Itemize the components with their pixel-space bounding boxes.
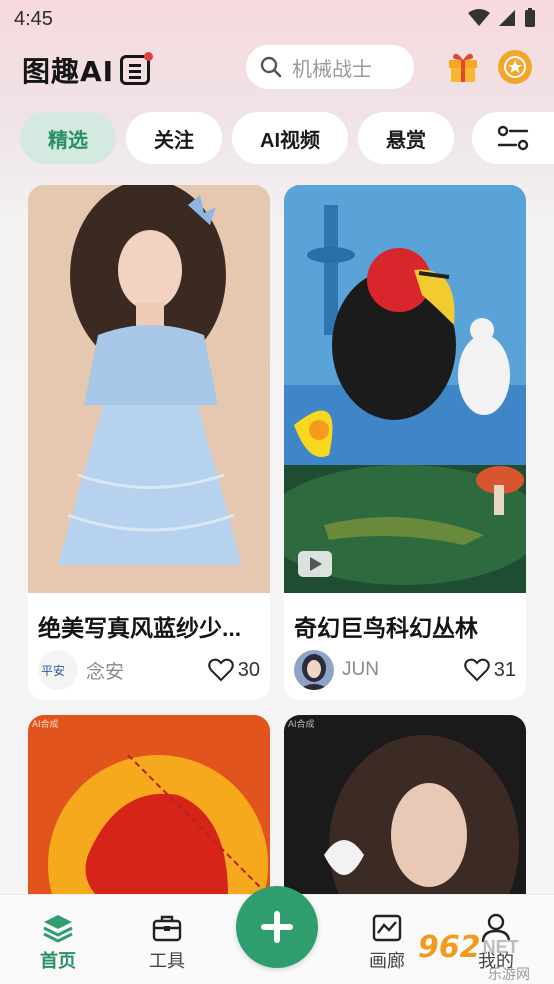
tab-bounty[interactable]: 悬赏 [358,112,454,164]
author-name[interactable]: JUN [342,659,464,681]
ai-badge: AI合成 [288,719,315,729]
create-button[interactable] [236,886,318,968]
card-title: 绝美写真风蓝纱少... [38,615,242,641]
menu-icon[interactable] [120,52,154,85]
status-bar: 4:45 [0,0,554,38]
card-title: 奇幻巨鸟科幻丛林 [294,615,478,641]
nav-home[interactable]: 首页 [28,913,88,973]
gift-icon[interactable] [446,50,480,84]
card-meta: JUN 31 [294,650,516,690]
tab-following[interactable]: 关注 [126,112,222,164]
like-button[interactable]: 31 [464,658,516,682]
search-icon [260,56,282,78]
watermark-sub: 乐游网 [488,966,530,982]
heart-icon [464,658,490,682]
artwork-image [284,185,526,593]
gallery-icon [372,914,402,942]
search-input[interactable]: 机械战士 [246,45,414,89]
app-header: 图趣AI 机械战士 [0,40,554,96]
status-icons [468,8,536,28]
signal-icon [499,10,515,26]
watermark-number: 962 [418,930,481,965]
nav-tools[interactable]: 工具 [137,913,197,973]
notification-dot [144,52,154,61]
artwork-card[interactable]: AI合成 [28,715,270,915]
logo-text: 图趣AI [22,55,115,88]
like-count: 31 [493,658,516,681]
ai-badge: AI合成 [32,719,59,729]
author-avatar[interactable]: 平安 [38,650,78,690]
app-logo: 图趣AI [22,50,154,90]
card-meta: 平安 念安 30 [38,650,260,690]
tab-featured[interactable]: 精选 [20,112,116,164]
wifi-icon [468,9,490,26]
author-avatar[interactable] [294,650,334,690]
category-tabs: 精选 关注 AI视频 悬赏 [20,112,454,164]
points-icon[interactable] [498,50,532,84]
layers-icon [43,915,73,943]
heart-icon [208,658,234,682]
nav-gallery-label: 画廊 [369,951,405,971]
watermark-net: NET [482,937,519,957]
status-time: 4:45 [14,8,53,30]
battery-icon [525,8,535,27]
artwork-card[interactable]: 绝美写真风蓝纱少... 平安 念安 30 [28,185,270,700]
artwork-image [284,715,526,915]
plus-icon [261,911,293,943]
artwork-image [28,185,270,593]
filter-icon [497,125,529,151]
author-name[interactable]: 念安 [86,657,208,684]
svg-text:平安: 平安 [41,663,65,678]
artwork-card[interactable]: 奇幻巨鸟科幻丛林 JUN 31 [284,185,526,700]
search-placeholder: 机械战士 [292,58,372,81]
nav-home-label: 首页 [40,951,76,971]
artwork-card[interactable]: AI合成 [284,715,526,915]
tab-ai-video[interactable]: AI视频 [232,112,348,164]
artwork-image [28,715,270,915]
like-count: 30 [237,658,260,681]
nav-tools-label: 工具 [149,951,185,971]
site-watermark: 962 NET 乐游网 [418,930,530,982]
nav-gallery[interactable]: 画廊 [357,913,417,973]
toolbox-icon [152,915,182,942]
like-button[interactable]: 30 [208,658,260,682]
filter-button[interactable] [472,112,554,164]
